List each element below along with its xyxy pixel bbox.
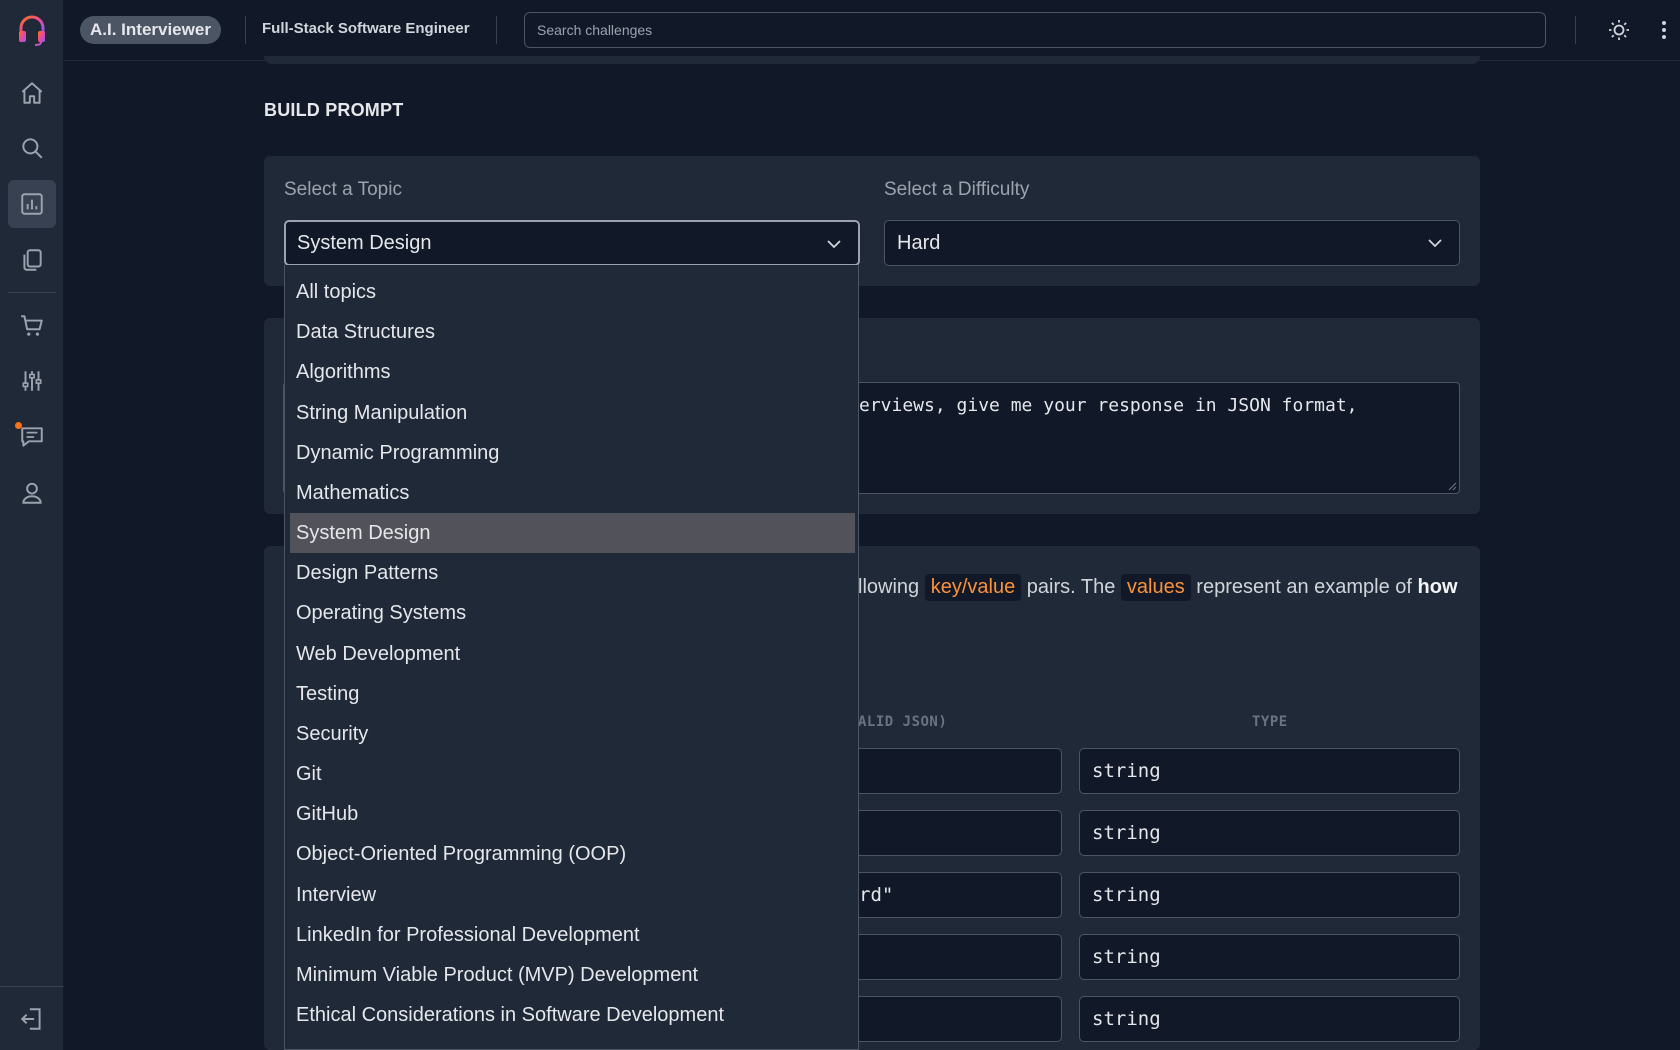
dropdown-option[interactable]: Operating Systems [290,593,855,633]
dropdown-option[interactable]: Minimum Viable Product (MVP) Development [290,955,855,995]
home-icon [21,82,43,104]
dropdown-option[interactable]: Git [290,754,855,794]
difficulty-select[interactable]: Hard [884,220,1460,266]
type-field[interactable]: string [1079,810,1460,856]
type-field[interactable]: string [1079,872,1460,918]
sidebar [0,0,64,1050]
messages-nav-button[interactable] [8,413,56,461]
value-column-header: ALID JSON) [858,714,948,730]
section-title: BUILD PROMPT [264,100,404,120]
theme-toggle-button[interactable] [1605,16,1633,44]
documents-icon [23,249,42,271]
dropdown-option[interactable]: GitHub [290,794,855,834]
dropdown-option[interactable]: Security [290,714,855,754]
topic-label: Select a Topic [284,179,402,200]
notification-dot [15,422,22,429]
header-divider [245,16,246,44]
profile-nav-button[interactable] [8,469,56,517]
settings-nav-button[interactable] [8,357,56,405]
type-field[interactable]: string [1079,996,1460,1042]
previous-card-edge [264,56,1480,64]
type-field[interactable]: string [1079,748,1460,794]
dashboard-nav-button[interactable] [8,180,56,228]
app-name-badge[interactable]: A.I. Interviewer [80,16,221,44]
search-icon [22,138,43,159]
top-header: A.I. Interviewer Full-Stack Software Eng… [64,0,1680,61]
search-nav-button[interactable] [8,124,56,172]
dropdown-option-selected[interactable]: System Design [290,513,855,553]
prompt-text: erviews, give me your response in JSON f… [859,395,1358,416]
dropdown-option[interactable]: Testing [290,674,855,714]
topic-dropdown-list: All topics Data Structures Algorithms St… [284,265,859,1050]
key-value-highlight: key/value [924,574,1022,601]
documents-nav-button[interactable] [8,236,56,284]
logout-icon [20,1007,41,1030]
topic-select-value: System Design [297,232,432,254]
sliders-icon [22,371,42,391]
dropdown-option[interactable]: Web Development [290,634,855,674]
dropdown-option[interactable]: String Manipulation [290,393,855,433]
home-nav-button[interactable] [8,69,56,117]
chart-icon [21,193,43,215]
dropdown-option[interactable]: Object-Oriented Programming (OOP) [290,834,855,874]
dropdown-option[interactable]: Interview [290,875,855,915]
difficulty-label: Select a Difficulty [884,179,1030,200]
type-field[interactable]: string [1079,934,1460,980]
cart-icon [21,315,43,336]
chat-icon [21,427,43,447]
chevron-down-icon [827,240,841,249]
chevron-down-icon [1428,239,1442,248]
headset-logo-icon[interactable] [17,14,47,46]
dropdown-option[interactable]: Data Structures [290,312,855,352]
role-title[interactable]: Full-Stack Software Engineer [262,20,470,37]
topic-select[interactable]: System Design [284,220,860,266]
resize-grip-icon[interactable] [1447,481,1457,491]
kebab-menu-icon [1662,21,1666,39]
dropdown-option[interactable]: All topics [290,272,855,312]
dropdown-option[interactable]: Mathematics [290,473,855,513]
user-icon [22,482,42,504]
dropdown-option[interactable]: Dynamic Programming [290,433,855,473]
search-input[interactable] [524,12,1546,48]
more-menu-button[interactable] [1650,16,1678,44]
type-column-header: TYPE [1252,714,1288,730]
header-divider [496,16,497,44]
schema-description: llowing key/value pairs. The values repr… [858,574,1458,601]
header-divider [1575,16,1576,44]
store-nav-button[interactable] [8,302,56,350]
sidebar-divider [8,292,56,293]
dropdown-option[interactable]: Algorithms [290,352,855,392]
dropdown-option[interactable]: Ethical Considerations in Software Devel… [290,995,855,1035]
dropdown-option[interactable]: LinkedIn for Professional Development [290,915,855,955]
logout-button[interactable] [0,986,64,1050]
difficulty-select-value: Hard [897,232,941,254]
dropdown-option[interactable]: Design Patterns [290,553,855,593]
values-highlight: values [1120,574,1191,601]
sun-icon [1609,20,1629,40]
